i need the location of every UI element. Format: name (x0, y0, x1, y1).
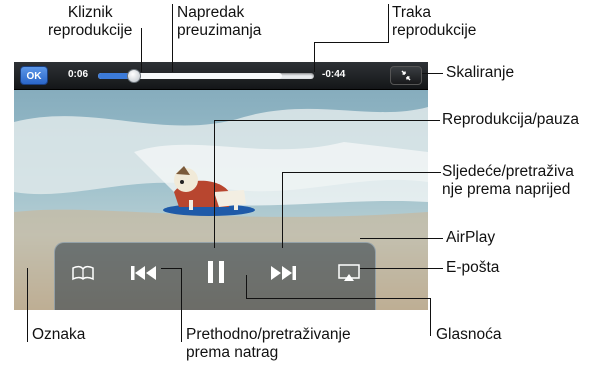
leader-line (246, 275, 247, 299)
playback-top-bar: OK 0:06 -0:44 (14, 62, 428, 90)
leader-line (214, 120, 440, 121)
callout-download-line2: preuzimanja (177, 22, 262, 39)
callout-download-progress: Napredak preuzimanja (177, 4, 261, 40)
remaining-time: -0:44 (322, 69, 346, 80)
leader-line (27, 268, 28, 342)
leader-line (388, 4, 389, 43)
callout-scrubber-bar: Traka reprodukcije (392, 4, 476, 40)
playback-track[interactable] (98, 69, 314, 83)
leader-line (314, 42, 315, 72)
previous-button[interactable] (129, 263, 159, 288)
shrink-arrows-icon (401, 70, 411, 81)
callout-volume: Glasnoća (436, 326, 501, 344)
callout-email-text: E-pošta (446, 259, 500, 276)
next-button[interactable] (268, 263, 298, 288)
callout-previous-line2: prema natrag (186, 344, 279, 361)
callout-scale: Skaliranje (446, 64, 514, 82)
airplay-icon (338, 264, 360, 281)
callout-previous: Prethodno/pretraživanje prema natrag (186, 326, 351, 362)
scale-button[interactable] (390, 66, 422, 85)
leader-line (161, 268, 181, 269)
callout-play-pause-text: Reprodukcija/pauza (442, 111, 580, 128)
skip-forward-icon (271, 266, 296, 280)
elapsed-time: 0:06 (68, 69, 89, 80)
bookmark-button[interactable] (71, 265, 95, 286)
open-book-icon (72, 265, 94, 281)
leader-line (360, 238, 443, 239)
leader-line (214, 120, 215, 248)
callout-scrubber-line2: reprodukcije (392, 22, 477, 39)
callout-email: E-pošta (446, 259, 499, 277)
callout-bookmark: Oznaka (32, 326, 85, 344)
airplay-button[interactable] (337, 263, 361, 288)
leader-line (430, 298, 431, 336)
leader-line (314, 42, 388, 43)
callout-previous-line1: Prethodno/pretraživanje (186, 326, 351, 343)
callout-scrubber-line1: Traka (392, 4, 432, 21)
callout-scale-text: Skaliranje (446, 64, 515, 81)
video-player: OK 0:06 -0:44 (14, 62, 428, 310)
callout-next: Sljedeće/pretraživa nje prema naprijed (442, 163, 574, 199)
leader-line (141, 28, 142, 72)
callout-airplay: AirPlay (446, 229, 495, 247)
playhead-slider[interactable] (126, 69, 141, 83)
callout-next-line2: nje prema naprijed (442, 181, 571, 198)
callout-volume-text: Glasnoća (436, 326, 502, 343)
callout-next-line1: Sljedeće/pretraživa (442, 163, 574, 180)
leader-line (282, 172, 441, 173)
leader-line (360, 268, 443, 269)
callout-playhead-line1: Kliznik (67, 4, 113, 21)
leader-line (181, 268, 182, 342)
callout-playhead-line2: reprodukcije (48, 22, 133, 39)
leader-line (422, 73, 443, 74)
pause-icon (208, 261, 224, 283)
callout-bookmark-text: Oznaka (32, 326, 86, 343)
leader-line (282, 172, 283, 248)
skip-back-icon (131, 266, 156, 280)
done-button[interactable]: OK (20, 66, 48, 85)
leader-line (172, 4, 173, 72)
control-panel (54, 242, 376, 310)
callout-airplay-text: AirPlay (446, 229, 496, 246)
callout-download-line1: Napredak (177, 4, 245, 21)
callout-play-pause: Reprodukcija/pauza (442, 111, 579, 129)
callout-playhead: Kliznik reprodukcije (48, 4, 132, 40)
play-pause-button[interactable] (205, 259, 227, 290)
leader-line (246, 298, 430, 299)
